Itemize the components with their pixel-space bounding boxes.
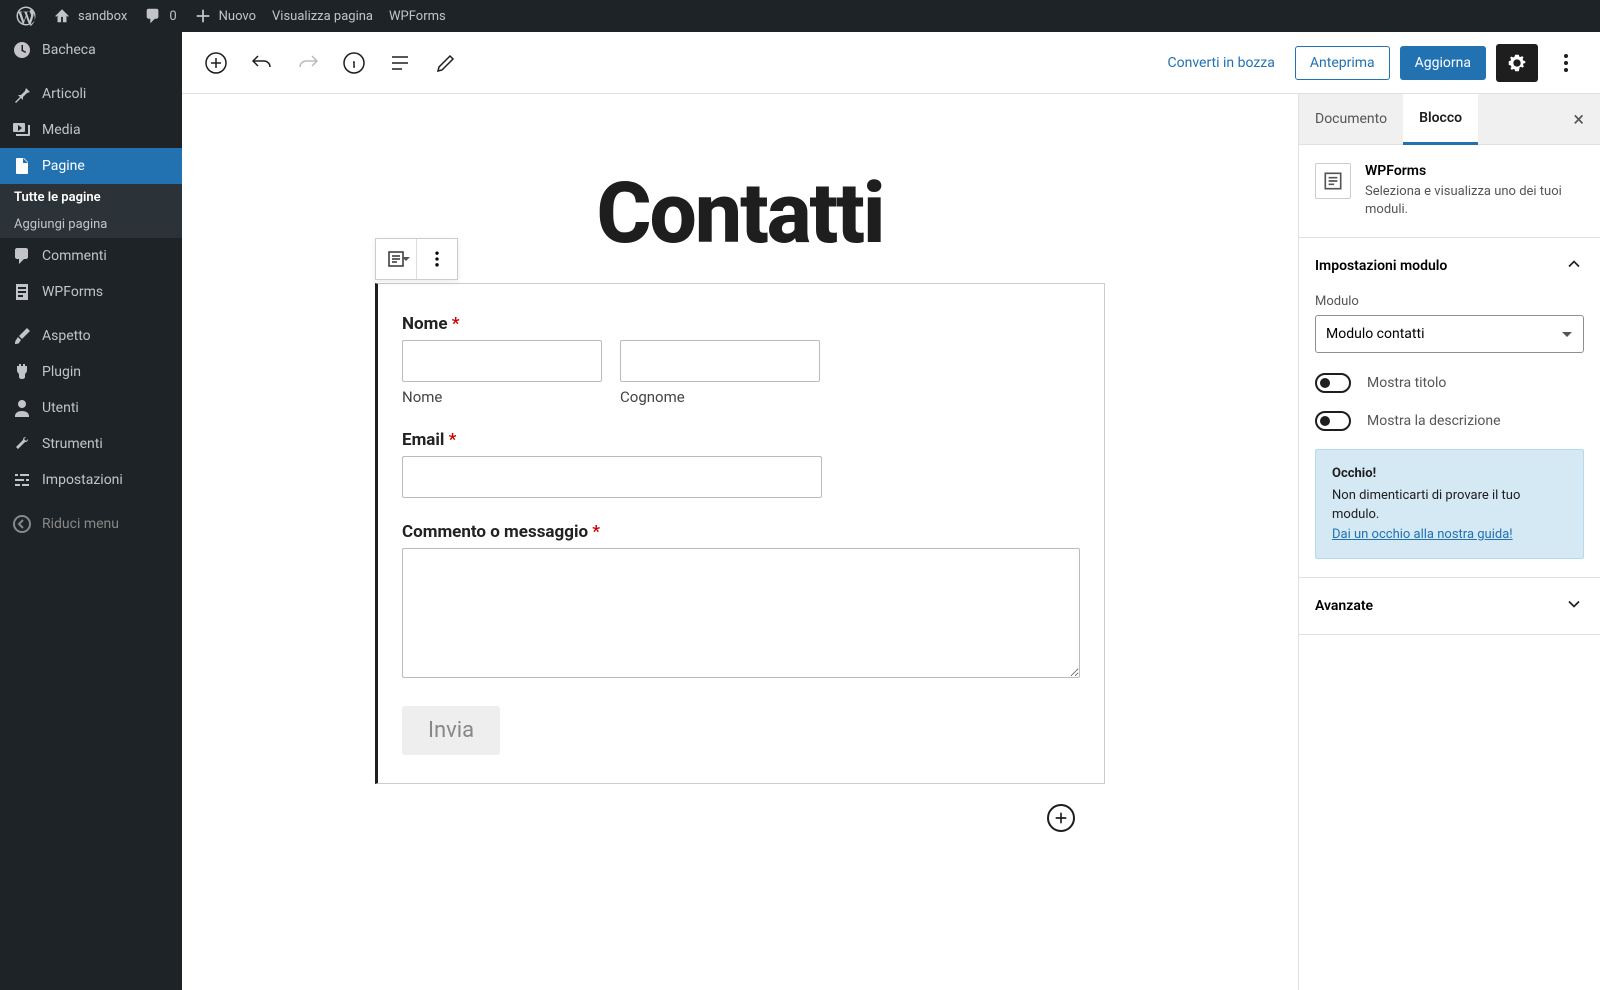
module-label: Modulo	[1315, 294, 1584, 309]
wrench-icon	[12, 434, 32, 454]
wordpress-icon	[16, 6, 36, 26]
comment-icon	[143, 6, 163, 26]
wpforms-link[interactable]: WPForms	[381, 0, 454, 32]
first-name-input[interactable]	[402, 340, 602, 382]
user-icon	[12, 398, 32, 418]
sliders-icon	[12, 470, 32, 490]
menu-tools[interactable]: Strumenti	[0, 426, 182, 462]
home-icon	[52, 6, 72, 26]
menu-media[interactable]: Media	[0, 112, 182, 148]
plug-icon	[12, 362, 32, 382]
block-card-desc: Seleziona e visualizza uno dei tuoi modu…	[1365, 183, 1584, 219]
page-title[interactable]: Contatti	[182, 164, 1298, 263]
preview-button[interactable]: Anteprima	[1295, 46, 1390, 80]
pin-icon	[12, 84, 32, 104]
module-select[interactable]: Modulo contatti	[1315, 315, 1584, 353]
first-name-sublabel: Nome	[402, 388, 602, 406]
admin-bar: sandbox 0 Nuovo Visualizza pagina WPForm…	[0, 0, 1600, 32]
menu-users[interactable]: Utenti	[0, 390, 182, 426]
menu-posts[interactable]: Articoli	[0, 76, 182, 112]
contact-form: Nome * Nome Cognome	[375, 283, 1105, 784]
submenu-all-pages[interactable]: Tutte le pagine	[0, 184, 182, 211]
block-editor: Converti in bozza Anteprima Aggiorna Con…	[182, 32, 1600, 990]
undo-button[interactable]	[244, 45, 280, 81]
editor-canvas: Contatti Nome * Nome	[182, 94, 1298, 990]
message-textarea[interactable]	[402, 548, 1080, 678]
info-button[interactable]	[336, 45, 372, 81]
comments-icon	[12, 246, 32, 266]
media-icon	[12, 120, 32, 140]
panel-form-settings: Impostazioni modulo Modulo Modulo contat…	[1299, 238, 1600, 578]
pages-submenu: Tutte le pagine Aggiungi pagina	[0, 184, 182, 238]
outline-button[interactable]	[382, 45, 418, 81]
pages-icon	[12, 156, 32, 176]
form-icon	[12, 282, 32, 302]
panel-advanced-header[interactable]: Avanzate	[1299, 578, 1600, 634]
site-link[interactable]: sandbox	[44, 0, 135, 32]
admin-sidebar: Bacheca Articoli Media Pagine Tutte le p…	[0, 32, 182, 990]
email-input[interactable]	[402, 456, 822, 498]
block-card: WPForms Seleziona e visualizza uno dei t…	[1299, 145, 1600, 238]
test-form-notice: Occhio! Non dimenticarti di provare il t…	[1315, 449, 1584, 559]
menu-appearance[interactable]: Aspetto	[0, 318, 182, 354]
new-content[interactable]: Nuovo	[185, 0, 264, 32]
wpforms-icon	[1315, 163, 1351, 199]
editor-header: Converti in bozza Anteprima Aggiorna	[182, 32, 1600, 94]
chevron-up-icon	[1564, 254, 1584, 278]
block-card-title: WPForms	[1365, 163, 1584, 179]
comments-link[interactable]: 0	[135, 0, 184, 32]
settings-sidebar: Documento Blocco × WPForms Seleziona e v…	[1298, 94, 1600, 990]
toggle-desc-label: Mostra la descrizione	[1367, 413, 1501, 429]
menu-wpforms[interactable]: WPForms	[0, 274, 182, 310]
new-label: Nuovo	[219, 9, 256, 24]
menu-collapse[interactable]: Riduci menu	[0, 506, 182, 542]
comments-count: 0	[169, 9, 176, 24]
guide-link[interactable]: Dai un occhio alla nostra guida!	[1332, 527, 1513, 542]
menu-comments[interactable]: Commenti	[0, 238, 182, 274]
edit-mode-button[interactable]	[428, 45, 464, 81]
message-label: Commento o messaggio *	[402, 522, 1080, 542]
dashboard-icon	[12, 40, 32, 60]
submit-button[interactable]: Invia	[402, 706, 500, 755]
name-label: Nome *	[402, 314, 1080, 334]
close-settings[interactable]: ×	[1557, 107, 1600, 131]
block-more-options[interactable]	[417, 239, 457, 279]
plus-icon	[193, 6, 213, 26]
wpforms-block[interactable]: Nome * Nome Cognome	[375, 283, 1105, 832]
panel-advanced: Avanzate	[1299, 578, 1600, 635]
chevron-down-icon	[1564, 594, 1584, 618]
add-block-button[interactable]	[198, 45, 234, 81]
tab-block[interactable]: Blocco	[1403, 94, 1478, 145]
last-name-sublabel: Cognome	[620, 388, 820, 406]
toggle-show-desc[interactable]	[1315, 411, 1351, 431]
add-block-inline[interactable]	[1047, 804, 1075, 832]
block-type-selector[interactable]	[376, 239, 416, 279]
last-name-input[interactable]	[620, 340, 820, 382]
menu-pages[interactable]: Pagine	[0, 148, 182, 184]
email-label: Email *	[402, 430, 1080, 450]
update-button[interactable]: Aggiorna	[1400, 46, 1486, 80]
view-page[interactable]: Visualizza pagina	[264, 0, 381, 32]
menu-settings[interactable]: Impostazioni	[0, 462, 182, 498]
block-toolbar	[375, 238, 458, 280]
toggle-title-label: Mostra titolo	[1367, 375, 1446, 391]
toggle-show-title[interactable]	[1315, 373, 1351, 393]
redo-button[interactable]	[290, 45, 326, 81]
brush-icon	[12, 326, 32, 346]
settings-toggle[interactable]	[1496, 44, 1538, 82]
menu-plugins[interactable]: Plugin	[0, 354, 182, 390]
panel-form-header[interactable]: Impostazioni modulo	[1299, 238, 1600, 294]
menu-dashboard[interactable]: Bacheca	[0, 32, 182, 68]
site-name: sandbox	[78, 9, 127, 24]
wp-logo[interactable]	[8, 0, 44, 32]
switch-to-draft[interactable]: Converti in bozza	[1158, 49, 1285, 77]
collapse-icon	[12, 514, 32, 534]
more-menu[interactable]	[1548, 45, 1584, 81]
settings-tabs: Documento Blocco ×	[1299, 94, 1600, 145]
tab-document[interactable]: Documento	[1299, 95, 1403, 143]
submenu-add-page[interactable]: Aggiungi pagina	[0, 211, 182, 238]
